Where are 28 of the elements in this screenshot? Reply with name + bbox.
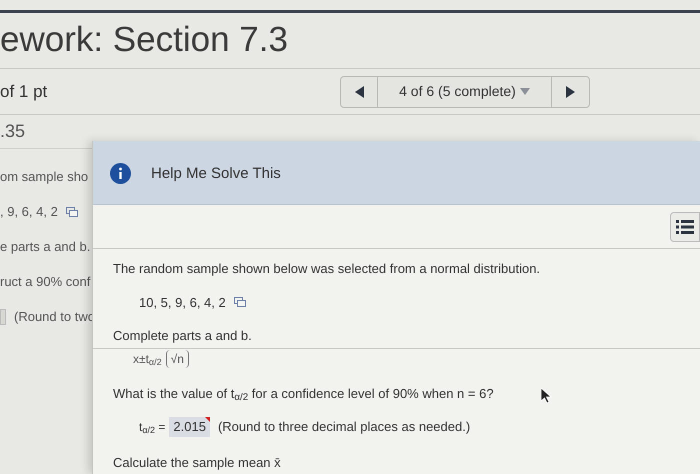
answer-field[interactable]: 2.015 xyxy=(169,417,210,436)
list-icon xyxy=(676,220,694,234)
right-triangle-icon xyxy=(566,86,575,98)
instruction-text: Complete parts a and b. xyxy=(113,327,253,345)
question-dropdown[interactable]: 4 of 6 (5 complete) xyxy=(378,76,552,106)
sqrt-expression: √n xyxy=(166,350,189,368)
left-triangle-icon xyxy=(354,86,364,98)
copy-icon[interactable] xyxy=(66,207,78,217)
problem-intro: The random sample shown below was selected from a normal distribution. xyxy=(113,260,542,278)
sample-data: 10, 5, 9, 6, 4, 2 xyxy=(139,294,226,312)
copy-icon[interactable] xyxy=(234,297,246,308)
page-title: ework: Section 7.3 xyxy=(0,19,288,62)
mouse-cursor-icon xyxy=(541,388,553,404)
info-icon xyxy=(110,163,131,184)
answer-label: t$_{α/2}$ = xyxy=(139,418,166,436)
caret-icon xyxy=(520,88,530,95)
rounding-hint: (Round to three decimal places as needed.) xyxy=(218,418,470,436)
question-text: , 9, 6, 4, 2 xyxy=(0,203,58,222)
panel-title: Help Me Solve This xyxy=(151,164,281,184)
question-text: e parts a and b. xyxy=(0,238,90,256)
menu-button[interactable] xyxy=(670,212,700,242)
next-step-text: Calculate the sample mean x̄ xyxy=(113,454,282,472)
points-label: of 1 pt xyxy=(0,80,48,103)
formula-text: x±t$_{α/2}$ xyxy=(133,351,162,368)
question-text: ruct a 90% conf xyxy=(0,273,90,292)
score-value: .35 xyxy=(0,120,26,143)
question-text: What is the value of t$_{α/2}$ for a confidence level of 90% when n = 6? xyxy=(113,384,494,403)
question-text: om sample sho xyxy=(0,168,88,186)
